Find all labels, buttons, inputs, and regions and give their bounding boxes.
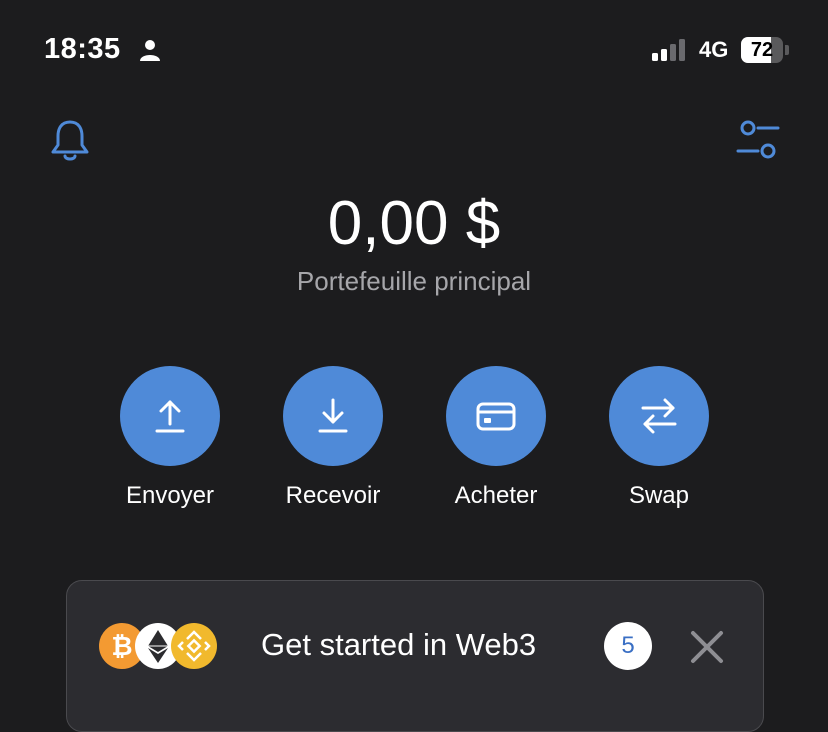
send-circle[interactable] [120,366,220,466]
settings-button[interactable] [734,116,782,164]
buy-button[interactable]: Acheter [416,366,576,510]
battery-indicator: 72 [741,37,789,63]
status-bar: 18:35 4G 72 [0,0,828,100]
swap-circle[interactable] [609,366,709,466]
send-label: Envoyer [125,482,215,509]
close-icon [691,631,723,663]
signal-bars-icon [652,39,685,61]
person-icon [140,40,160,61]
bell-icon [51,120,89,161]
receive-button[interactable]: Recevoir [253,366,413,510]
sliders-icon [736,120,780,159]
network-type: 4G [699,37,729,62]
wallet-balance: 0,00 $ [327,189,501,258]
bnb-icon [171,623,217,669]
arrow-down-icon [318,398,348,433]
buy-label: Acheter [454,482,538,509]
web3-onboarding-banner[interactable]: ₿ Get started in Web3 5 [66,580,764,732]
arrow-up-icon [155,400,185,433]
svg-text:₿: ₿ [111,631,132,661]
send-button[interactable]: Envoyer [90,366,250,510]
banner-title: Get started in Web3 [261,627,537,662]
status-time: 18:35 [44,33,121,65]
swap-arrows-icon [641,398,677,434]
receive-circle[interactable] [283,366,383,466]
battery-percent: 72 [750,39,774,61]
swap-button[interactable]: Swap [579,366,739,510]
steps-count-badge: 5 [604,622,652,670]
buy-circle[interactable] [446,366,546,466]
receive-label: Recevoir [285,482,381,509]
swap-label: Swap [628,482,690,509]
notifications-button[interactable] [48,118,92,164]
close-banner-button[interactable] [687,627,727,667]
wallet-name[interactable]: Portefeuille principal [0,266,828,297]
credit-card-icon [476,402,516,431]
